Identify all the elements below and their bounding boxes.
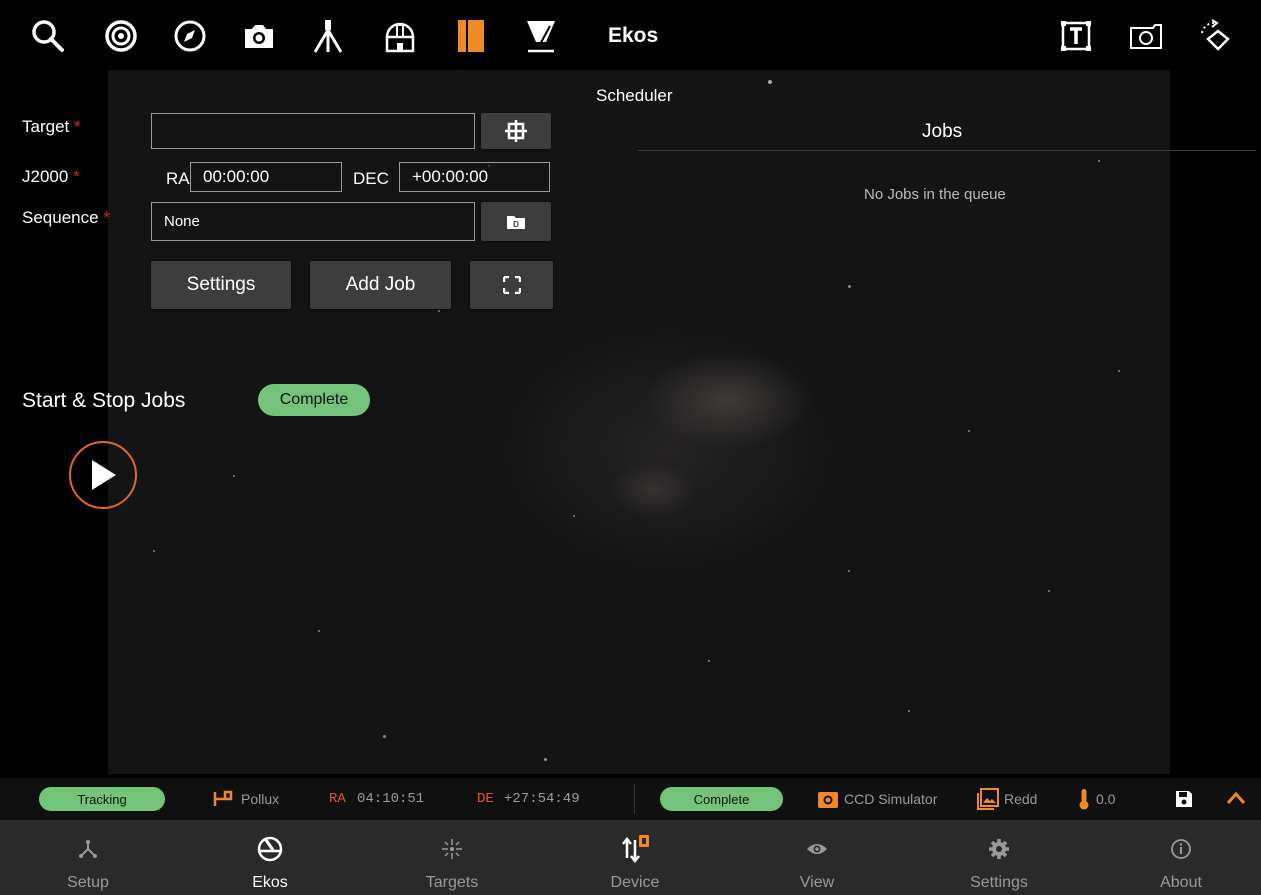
filter-image-icon: [977, 788, 999, 813]
device-icon: [619, 833, 651, 865]
status-bar: Tracking Pollux RA 04:10:51 DE +27:54:49…: [0, 778, 1261, 820]
targets-icon: [436, 833, 468, 865]
text-frame-icon[interactable]: [1058, 18, 1094, 54]
add-job-button[interactable]: Add Job: [310, 261, 451, 309]
ra-status-value: 04:10:51: [357, 791, 425, 807]
mount-icon: [213, 790, 233, 811]
observatory-icon[interactable]: [382, 18, 418, 54]
nav-about-label: About: [1160, 874, 1202, 891]
target-search-button[interactable]: [481, 113, 551, 149]
save-icon[interactable]: [1175, 790, 1193, 811]
de-status-value: +27:54:49: [504, 791, 580, 807]
telescope-icon[interactable]: [310, 18, 346, 54]
ccd-camera-icon: [818, 790, 838, 811]
rotate-icon[interactable]: [1198, 18, 1234, 54]
expand-button[interactable]: [470, 261, 553, 309]
eye-icon: [801, 833, 833, 865]
ra-label: RA: [166, 169, 190, 188]
status-divider: [634, 784, 635, 814]
gear-icon: [983, 833, 1015, 865]
filter-name: Redd: [1004, 791, 1038, 807]
temperature-value: 0.0: [1096, 791, 1116, 807]
top-toolbar: Ekos: [0, 0, 1261, 70]
mount-target-name: Pollux: [241, 791, 280, 807]
dec-label: DEC: [353, 169, 389, 188]
folder-icon: D: [507, 215, 525, 229]
thermometer-icon: [1078, 788, 1090, 813]
info-icon: [1165, 833, 1197, 865]
bottom-navigation: Setup Ekos Targets Device View Settings: [0, 820, 1261, 895]
setup-icon: [72, 833, 104, 865]
target-label: Target *: [22, 117, 81, 136]
ekos-icon: [254, 833, 286, 865]
capture-status-badge: Complete: [660, 787, 783, 811]
target-icon[interactable]: [103, 18, 139, 54]
camera-icon[interactable]: [241, 18, 277, 54]
filter-icon[interactable]: [523, 18, 559, 54]
jobs-title: Jobs: [922, 121, 963, 142]
expand-icon: [502, 276, 521, 294]
j2000-label: J2000 *: [22, 167, 80, 186]
nav-view[interactable]: View: [757, 820, 877, 895]
nav-device-label: Device: [610, 874, 660, 891]
play-icon: [92, 460, 116, 490]
nav-settings[interactable]: Settings: [939, 820, 1059, 895]
svg-text:D: D: [513, 220, 519, 229]
nav-view-label: View: [799, 874, 835, 891]
compass-icon[interactable]: [172, 18, 208, 54]
nav-targets-label: Targets: [425, 874, 479, 891]
camera-name: CCD Simulator: [844, 791, 938, 807]
nav-setup[interactable]: Setup: [28, 820, 148, 895]
nav-about[interactable]: About: [1121, 820, 1241, 895]
de-status-label: DE: [477, 791, 494, 807]
start-jobs-button[interactable]: [69, 441, 137, 509]
target-input[interactable]: [151, 113, 475, 149]
scheduler-status-badge: Complete: [258, 384, 370, 416]
mount-status-badge: Tracking: [39, 787, 165, 811]
nav-targets[interactable]: Targets: [392, 820, 512, 895]
jobs-empty-message: No Jobs in the queue: [864, 186, 1006, 203]
ra-input[interactable]: 00:00:00: [190, 162, 342, 192]
sequence-open-button[interactable]: D: [481, 202, 551, 241]
crosshair-icon: [505, 120, 527, 142]
nav-device[interactable]: Device: [575, 820, 695, 895]
nav-ekos[interactable]: Ekos: [210, 820, 330, 895]
settings-button[interactable]: Settings: [151, 261, 291, 309]
start-stop-label: Start & Stop Jobs: [22, 389, 186, 412]
sequence-label: Sequence *: [22, 208, 110, 227]
nav-ekos-label: Ekos: [252, 874, 288, 891]
page-title: Ekos: [608, 24, 659, 47]
scheduler-heading: Scheduler: [596, 86, 673, 105]
dec-input[interactable]: +00:00:00: [399, 162, 550, 192]
jobs-divider: [638, 150, 1256, 151]
sequence-input[interactable]: None: [151, 202, 475, 241]
search-icon[interactable]: [30, 18, 66, 54]
bookmarks-icon[interactable]: [453, 18, 489, 54]
nav-settings-label: Settings: [970, 874, 1028, 891]
nav-setup-label: Setup: [67, 874, 109, 891]
ra-status-label: RA: [329, 791, 346, 807]
screenshot-icon[interactable]: [1128, 18, 1164, 54]
chevron-up-icon[interactable]: [1226, 791, 1246, 808]
